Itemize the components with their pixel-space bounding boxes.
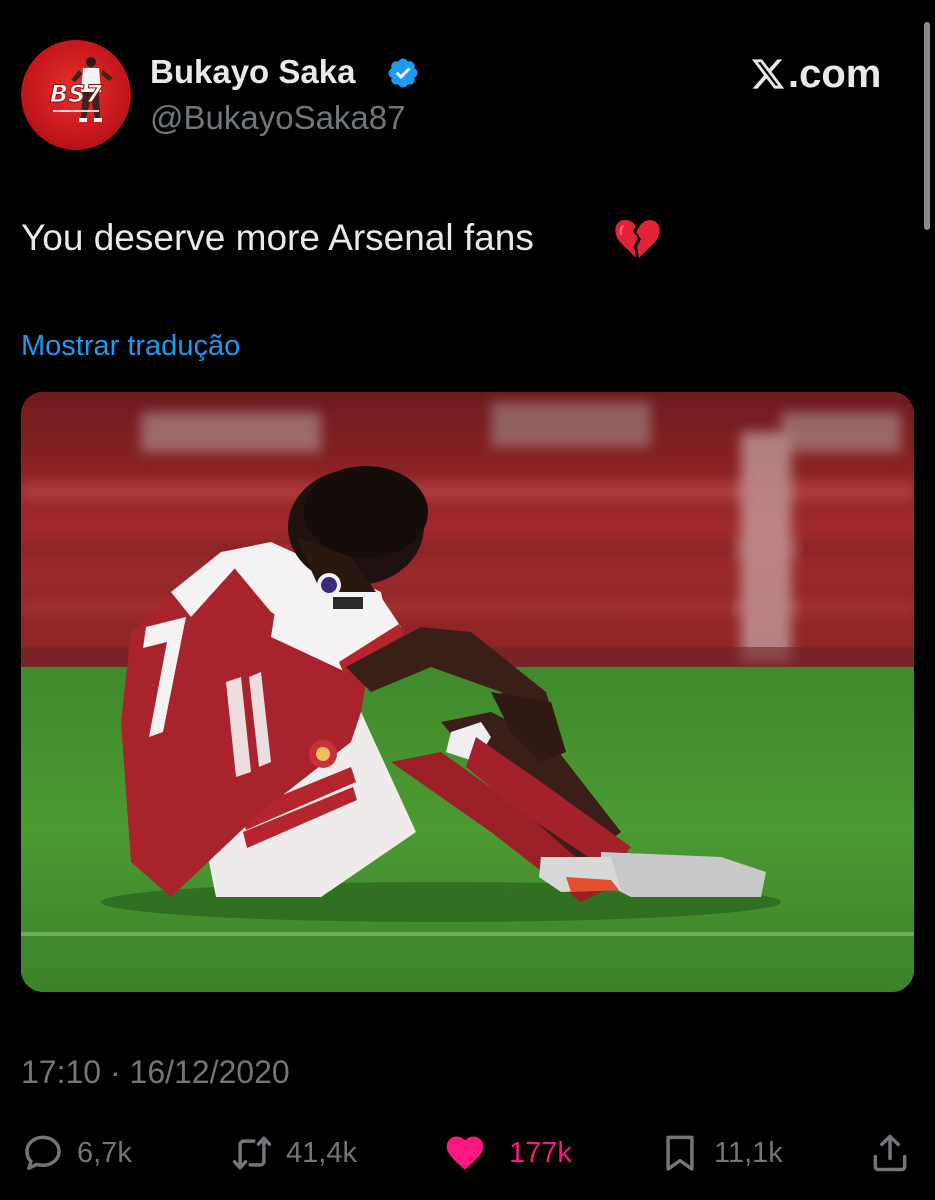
x-logo-icon xyxy=(751,59,785,89)
like-button[interactable]: 177k xyxy=(443,1126,572,1180)
brand-mark[interactable]: .com xyxy=(750,52,881,96)
reply-icon xyxy=(25,1135,61,1170)
reply-count: 6,7k xyxy=(77,1137,132,1169)
display-name[interactable]: Bukayo Saka xyxy=(150,52,355,92)
tweet-timestamp[interactable]: 17:10 · 16/12/2020 xyxy=(21,1052,290,1092)
like-count: 177k xyxy=(509,1137,572,1169)
heart-icon xyxy=(446,1136,484,1170)
reply-button[interactable]: 6,7k xyxy=(21,1126,132,1180)
bookmark-button[interactable]: 11,1k xyxy=(658,1126,783,1180)
svg-text:BS7: BS7 xyxy=(50,80,103,108)
avatar-image: BS7 xyxy=(49,57,113,122)
retweet-icon xyxy=(232,1136,272,1170)
user-handle[interactable]: @BukayoSaka87 xyxy=(150,98,406,138)
retweet-count: 41,4k xyxy=(286,1137,357,1169)
retweet-button[interactable]: 41,4k xyxy=(230,1126,357,1180)
scrollbar[interactable] xyxy=(924,22,930,230)
avatar[interactable]: BS7 xyxy=(21,40,131,150)
verified-badge-icon xyxy=(388,58,418,88)
show-translation-link[interactable]: Mostrar tradução xyxy=(21,328,240,364)
tweet-image[interactable] xyxy=(21,392,914,992)
share-button[interactable] xyxy=(868,1126,912,1180)
bookmark-icon xyxy=(666,1135,694,1171)
tweet-photo xyxy=(21,392,914,992)
tweet-text: You deserve more Arsenal fans xyxy=(21,217,534,258)
broken-heart-icon xyxy=(615,219,660,258)
share-icon xyxy=(873,1134,907,1172)
bookmark-count: 11,1k xyxy=(714,1137,783,1169)
brand-text: .com xyxy=(788,52,882,96)
